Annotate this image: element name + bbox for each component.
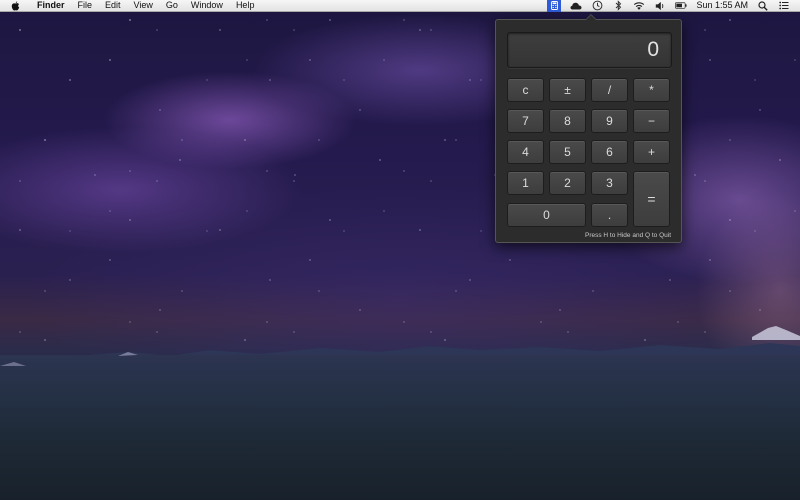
status-menu-area: Sun 1:55 AM xyxy=(547,0,790,12)
menu-view[interactable]: View xyxy=(134,0,153,11)
key-clear[interactable]: c xyxy=(507,78,544,102)
calculator-status-icon[interactable] xyxy=(547,0,562,12)
key-3[interactable]: 3 xyxy=(591,171,628,195)
key-1[interactable]: 1 xyxy=(507,171,544,195)
menu-window[interactable]: Window xyxy=(191,0,223,11)
volume-icon[interactable] xyxy=(654,0,666,11)
hide-quit-hint: Press H to Hide and Q to Quit xyxy=(585,232,671,239)
menubar-clock[interactable]: Sun 1:55 AM xyxy=(696,0,748,11)
battery-icon[interactable] xyxy=(675,0,688,11)
key-9[interactable]: 9 xyxy=(591,109,628,133)
key-5[interactable]: 5 xyxy=(549,140,586,164)
landscape-ground xyxy=(0,355,800,500)
apple-icon[interactable] xyxy=(11,0,21,11)
calculator-display: 0 xyxy=(507,32,672,68)
key-4[interactable]: 4 xyxy=(507,140,544,164)
menu-go[interactable]: Go xyxy=(166,0,178,11)
key-8[interactable]: 8 xyxy=(549,109,586,133)
popover-pointer xyxy=(585,14,597,20)
wifi-icon[interactable] xyxy=(633,0,645,11)
menu-app-finder[interactable]: Finder xyxy=(37,0,65,11)
key-divide[interactable]: / xyxy=(591,78,628,102)
cloud-icon[interactable] xyxy=(570,0,582,11)
key-7[interactable]: 7 xyxy=(507,109,544,133)
calculator-popover: 0 c ± / * 7 8 9 − 4 5 6 + 1 2 3 = 0 . Pr… xyxy=(495,14,682,243)
key-decimal[interactable]: . xyxy=(591,203,628,227)
bluetooth-icon[interactable] xyxy=(612,0,624,11)
key-0[interactable]: 0 xyxy=(507,203,586,227)
menu-bar: Finder File Edit View Go Window Help Sun… xyxy=(0,0,800,12)
menu-help[interactable]: Help xyxy=(236,0,255,11)
key-equals[interactable]: = xyxy=(633,171,670,227)
menu-file[interactable]: File xyxy=(78,0,93,11)
menu-edit[interactable]: Edit xyxy=(105,0,121,11)
spotlight-icon[interactable] xyxy=(757,0,769,11)
key-plus-minus[interactable]: ± xyxy=(549,78,586,102)
key-multiply[interactable]: * xyxy=(633,78,670,102)
time-machine-icon[interactable] xyxy=(591,0,603,11)
key-minus[interactable]: − xyxy=(633,109,670,133)
notification-list-icon[interactable] xyxy=(778,0,790,11)
key-plus[interactable]: + xyxy=(633,140,670,164)
key-6[interactable]: 6 xyxy=(591,140,628,164)
key-2[interactable]: 2 xyxy=(549,171,586,195)
